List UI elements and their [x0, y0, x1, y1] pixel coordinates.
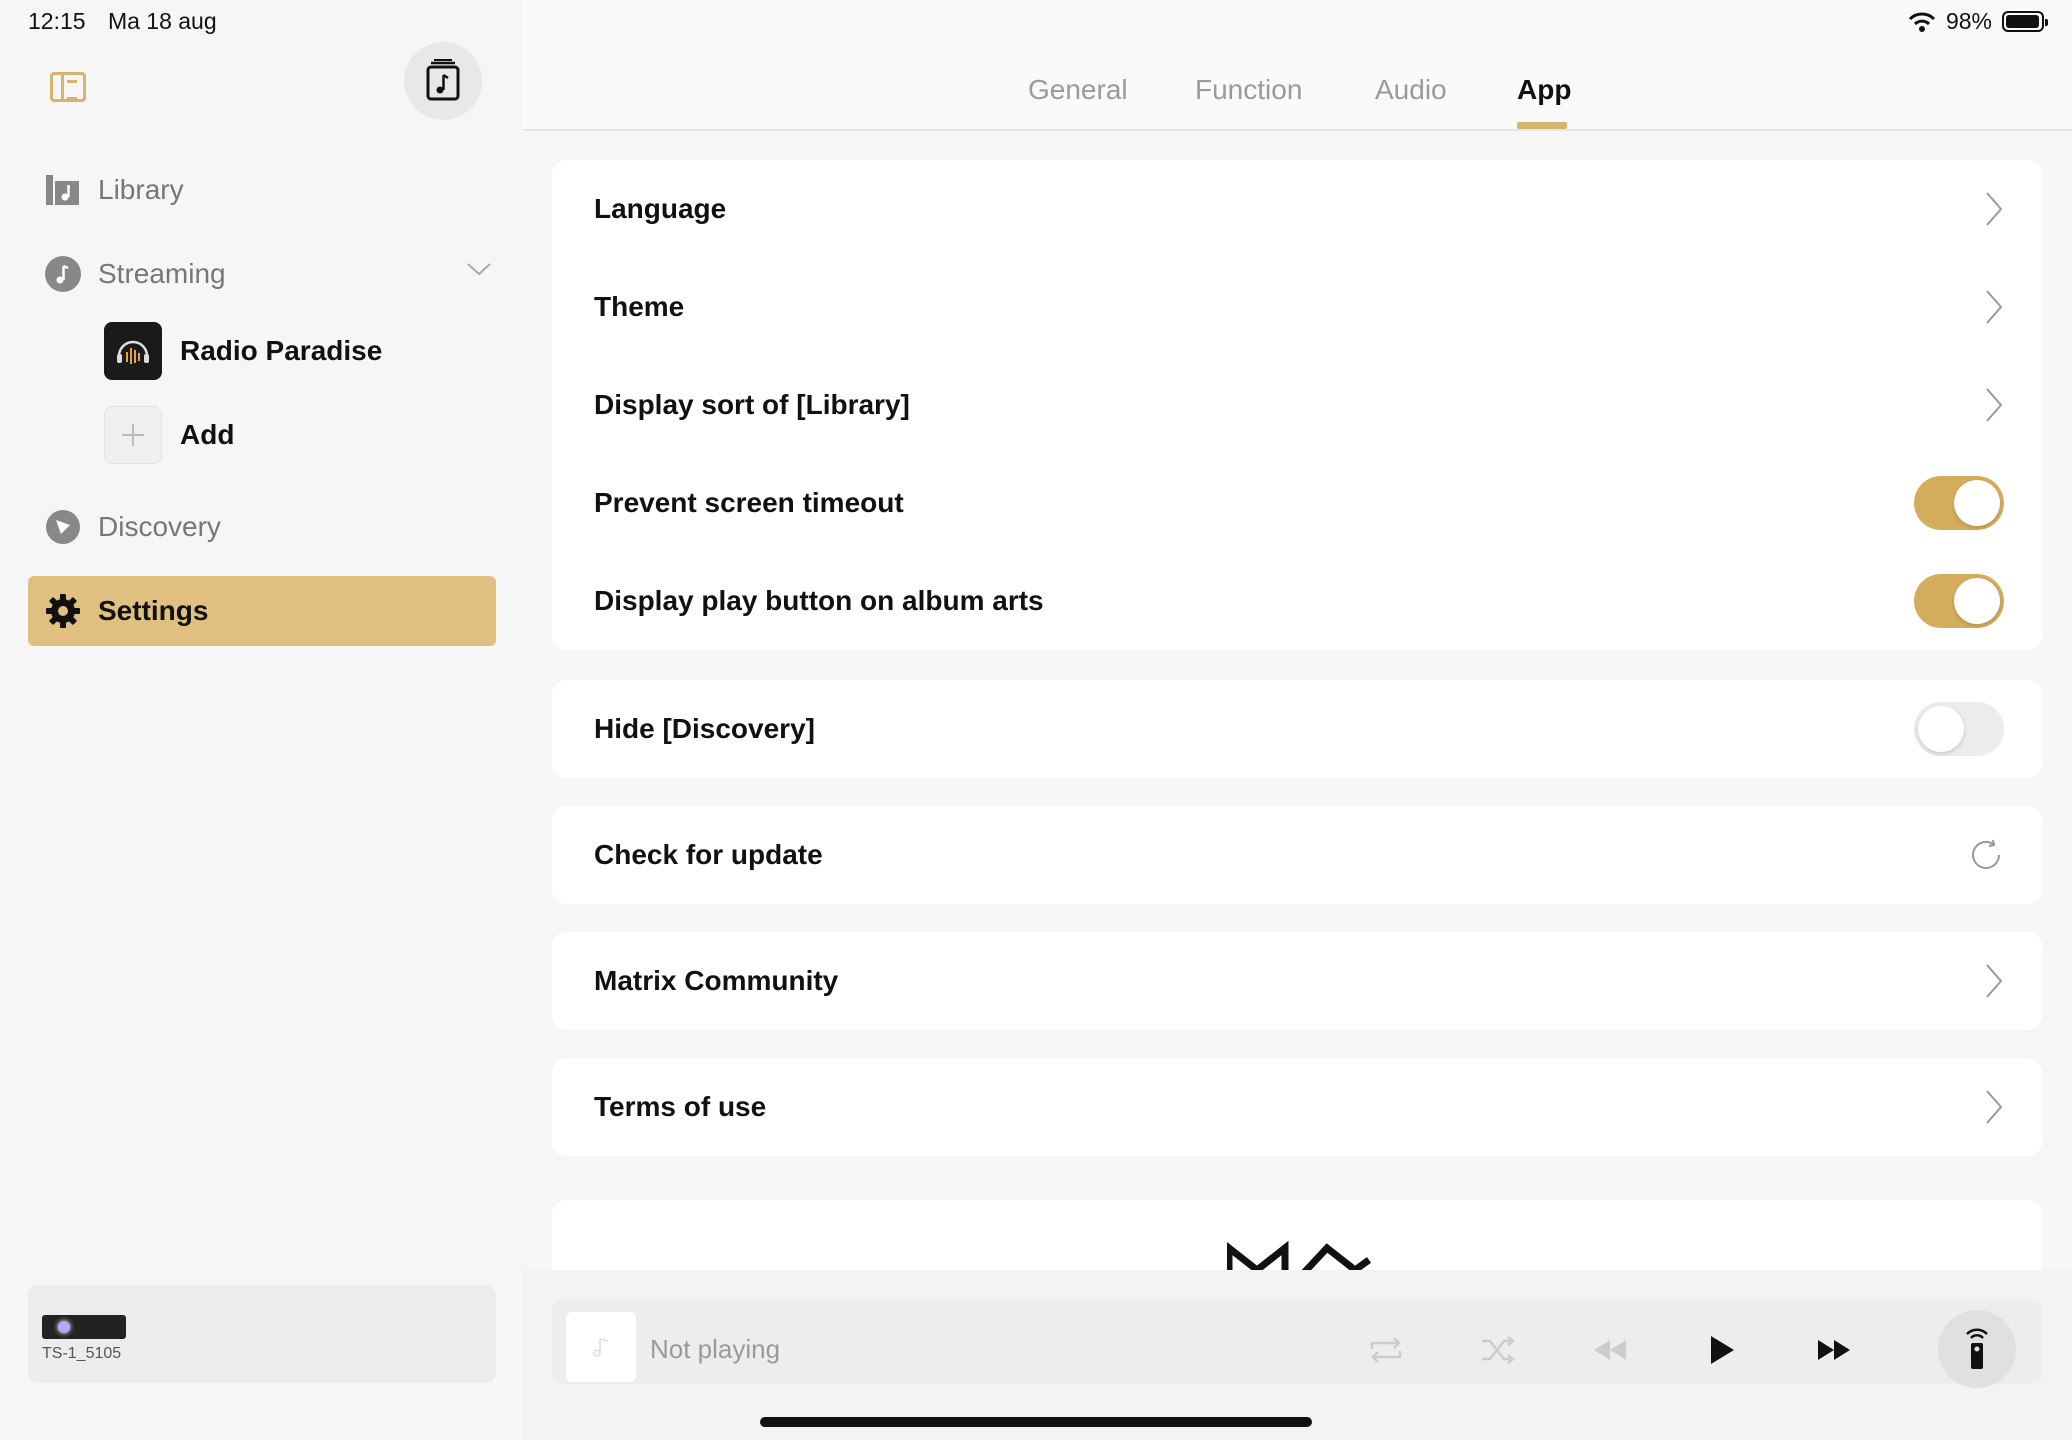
music-note-icon [426, 59, 460, 101]
repeat-button[interactable] [1358, 1322, 1414, 1378]
tab-function[interactable]: Function [1195, 74, 1302, 106]
sidebar-item-discovery[interactable]: Discovery [28, 492, 496, 562]
sidebar-item-label: Settings [98, 595, 209, 626]
mini-player: Not playing [552, 1300, 2042, 1388]
status-time: 12:15 [28, 8, 86, 34]
community-label: Matrix Community [594, 965, 839, 996]
status-bar-right: 98% [1908, 8, 2048, 35]
check-update-row[interactable]: Check for update [552, 806, 2042, 904]
chevron-right-icon [1986, 964, 2003, 998]
now-playing-text: Not playing [650, 1334, 781, 1364]
sidebar-item-settings[interactable]: Settings [28, 576, 496, 646]
status-bar-left: 12:15 Ma 18 aug [28, 8, 217, 35]
sidebar-item-label: Library [98, 174, 184, 205]
theme-label: Theme [594, 291, 685, 322]
next-button[interactable] [1806, 1322, 1862, 1378]
display-play-row: Display play button on album arts [552, 552, 2042, 650]
hide-discovery-row: Hide [Discovery] [552, 680, 2042, 778]
terms-label: Terms of use [594, 1091, 767, 1122]
sidebar: 12:15 Ma 18 aug Library Streaming Radio … [0, 0, 522, 1440]
battery-icon [2002, 11, 2048, 32]
chevron-right-icon [1986, 388, 2003, 422]
active-tab-indicator [1517, 122, 1567, 129]
device-selector[interactable]: TS-1_5105 [28, 1285, 496, 1383]
community-card: Matrix Community [552, 932, 2042, 1030]
prevent-timeout-row: Prevent screen timeout [552, 454, 2042, 552]
shuffle-button[interactable] [1470, 1322, 1526, 1378]
tab-app[interactable]: App [1517, 74, 1571, 106]
check-update-label: Check for update [594, 839, 823, 870]
play-button[interactable] [1694, 1322, 1750, 1378]
display-play-toggle[interactable] [1914, 574, 2004, 628]
sidebar-item-label: Add [180, 419, 235, 450]
display-sort-row[interactable]: Display sort of [Library] [552, 356, 2042, 454]
sidebar-item-label: Discovery [98, 511, 221, 542]
tab-general[interactable]: General [1028, 74, 1128, 106]
sidebar-item-streaming[interactable]: Streaming [28, 239, 496, 309]
wifi-icon [1908, 12, 1936, 32]
shuffle-icon [1482, 1336, 1516, 1364]
device-name: TS-1_5105 [42, 1345, 122, 1362]
refresh-icon[interactable] [1968, 837, 2004, 873]
album-art-placeholder [566, 1312, 636, 1382]
terms-row[interactable]: Terms of use [552, 1058, 2042, 1156]
chevron-right-icon [1986, 290, 2003, 324]
sidebar-item-library[interactable]: Library [28, 155, 496, 225]
previous-button[interactable] [1582, 1322, 1638, 1378]
theme-row[interactable]: Theme [552, 258, 2042, 356]
language-label: Language [594, 193, 727, 224]
plus-icon [104, 406, 162, 464]
music-note-icon [593, 1338, 609, 1357]
remote-control-button[interactable] [1938, 1310, 2016, 1388]
play-queue-button[interactable] [404, 42, 482, 120]
gear-icon [44, 592, 82, 630]
status-date: Ma 18 aug [107, 8, 217, 34]
hide-discovery-label: Hide [Discovery] [594, 713, 815, 744]
chevron-down-icon[interactable] [466, 261, 492, 277]
hide-discovery-card: Hide [Discovery] [552, 680, 2042, 778]
sidebar-toggle-icon[interactable] [50, 72, 86, 102]
sidebar-item-label: Radio Paradise [180, 335, 383, 366]
chevron-right-icon [1986, 192, 2003, 226]
music-note-circle-icon [44, 255, 82, 293]
sidebar-item-add[interactable]: Add [104, 405, 234, 465]
radio-paradise-logo [104, 322, 162, 380]
battery-percent: 98% [1945, 8, 1992, 34]
player-area: Not playing [522, 1270, 2072, 1440]
terms-card: Terms of use [552, 1058, 2042, 1156]
repeat-icon [1370, 1337, 1402, 1363]
sidebar-item-radio-paradise[interactable]: Radio Paradise [104, 321, 382, 381]
app-settings-card: Language Theme Display sort of [Library]… [552, 160, 2042, 650]
display-play-label: Display play button on album arts [594, 585, 1044, 616]
check-update-card: Check for update [552, 806, 2042, 904]
library-icon [44, 171, 82, 209]
community-row[interactable]: Matrix Community [552, 932, 2042, 1030]
prevent-timeout-label: Prevent screen timeout [594, 487, 904, 518]
prevent-timeout-toggle[interactable] [1914, 476, 2004, 530]
language-row[interactable]: Language [552, 160, 2042, 258]
display-sort-label: Display sort of [Library] [594, 389, 910, 420]
play-icon [1711, 1336, 1734, 1364]
chevron-right-icon [1986, 1090, 2003, 1124]
settings-tabs: General Function Audio App [522, 0, 2072, 131]
hide-discovery-toggle[interactable] [1914, 702, 2004, 756]
rewind-icon [1594, 1340, 1626, 1360]
remote-icon [1966, 1328, 1988, 1369]
sidebar-item-label: Streaming [98, 258, 226, 289]
device-image [42, 1315, 126, 1339]
main-panel: General Function Audio App Language Them… [522, 0, 2072, 1440]
home-indicator [760, 1417, 1312, 1427]
compass-icon [44, 508, 82, 546]
fast-forward-icon [1818, 1340, 1850, 1360]
tab-audio[interactable]: Audio [1375, 74, 1447, 106]
